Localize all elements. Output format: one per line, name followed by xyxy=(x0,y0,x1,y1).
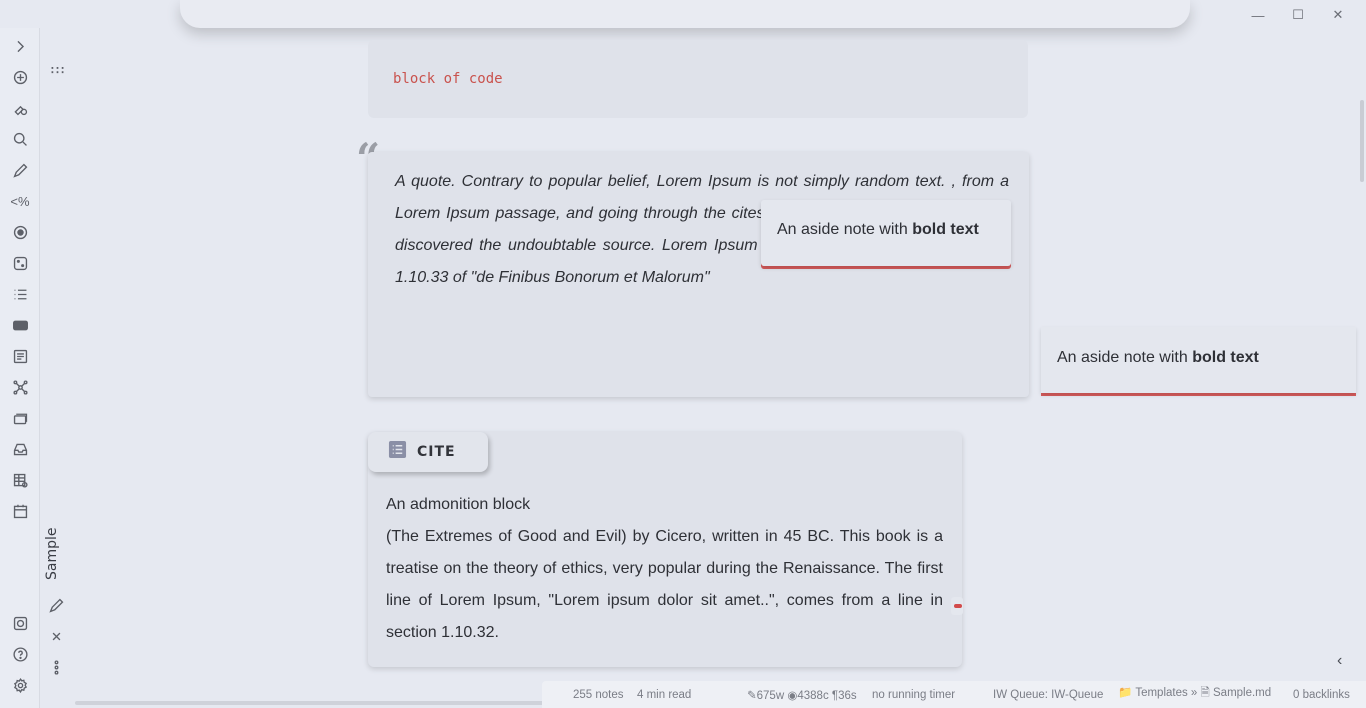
backlinks-count[interactable]: 0 backlinks xyxy=(1293,689,1350,701)
admonition-title-text: CITE xyxy=(417,444,456,460)
breadcrumb-folder: Templates » xyxy=(1135,687,1198,699)
settings-icon[interactable] xyxy=(10,675,30,695)
top-tab-bar xyxy=(180,0,1190,28)
list-icon xyxy=(388,440,407,464)
notes-count: 255 notes xyxy=(573,688,624,701)
close-tab-icon[interactable] xyxy=(46,626,66,646)
record-icon[interactable] xyxy=(10,222,30,242)
table-icon[interactable] xyxy=(10,470,30,490)
expand-chevron-icon[interactable] xyxy=(10,36,30,56)
document-icon[interactable] xyxy=(10,346,30,366)
maximize-button[interactable]: ☐ xyxy=(1278,4,1318,26)
network-icon[interactable] xyxy=(10,377,30,397)
breadcrumb[interactable]: 📁 Templates » 🗎 Sample.md xyxy=(1118,685,1271,704)
horizontal-scrollbar[interactable] xyxy=(75,701,545,705)
window-controls: — ☐ ✕ xyxy=(1238,4,1358,26)
aside-text: An aside note with xyxy=(1057,349,1188,366)
word-stats-text: 675w ◉4388c ¶36s xyxy=(756,689,857,702)
admonition-first-line: An admonition block xyxy=(386,496,531,513)
inbox-icon[interactable] xyxy=(10,439,30,459)
new-note-icon[interactable] xyxy=(10,67,30,87)
side-tab-strip xyxy=(40,28,74,708)
file-icon: 🗎 xyxy=(1200,687,1210,699)
left-ribbon: <% xyxy=(0,28,40,708)
admonition-title[interactable]: CITE xyxy=(368,432,488,472)
quote-block: A quote. Contrary to popular belief, Lor… xyxy=(368,152,1029,397)
iw-queue[interactable]: IW Queue: IW-Queue xyxy=(993,689,1103,701)
search-icon[interactable] xyxy=(10,129,30,149)
help-icon[interactable] xyxy=(10,644,30,664)
code-text: block of code xyxy=(393,71,503,87)
template-icon[interactable]: <% xyxy=(10,191,30,211)
aside-bold-text: bold text xyxy=(912,221,979,238)
aside-note-inline: An aside note with bold text xyxy=(761,200,1011,266)
code-block: block of code xyxy=(368,40,1028,118)
collapse-right-panel-icon[interactable]: ‹ xyxy=(1337,652,1342,670)
more-options-icon[interactable] xyxy=(46,657,66,677)
aside-note-margin: An aside note with bold text xyxy=(1041,327,1356,393)
dice-icon[interactable] xyxy=(10,253,30,273)
graph-pin-icon[interactable] xyxy=(10,98,30,118)
admonition-body: An admonition block (The Extremes of Goo… xyxy=(386,489,943,649)
close-button[interactable]: ✕ xyxy=(1318,4,1358,26)
vertical-scrollbar[interactable] xyxy=(1360,100,1364,182)
read-time: 4 min read xyxy=(637,688,692,701)
status-bar: 255 notes 4 min read ✎675w ◉4388c ¶36s n… xyxy=(542,681,1366,708)
timer-status[interactable]: no running timer xyxy=(872,689,955,701)
minimize-button[interactable]: — xyxy=(1238,4,1278,26)
calendar-icon[interactable] xyxy=(10,501,30,521)
vault-icon[interactable] xyxy=(10,613,30,633)
sidebar-tab-sample[interactable]: Sample xyxy=(44,528,60,581)
admonition-text: (The Extremes of Good and Evil) by Cicer… xyxy=(386,528,943,641)
list-icon[interactable] xyxy=(10,284,30,304)
word-stats: ✎675w ◉4388c ¶36s xyxy=(747,689,857,702)
admonition-block: CITE An admonition block (The Extremes o… xyxy=(368,432,962,667)
aside-bold-text: bold text xyxy=(1192,349,1259,366)
edit-pencil-icon[interactable] xyxy=(46,595,66,615)
breadcrumb-file: Sample.md xyxy=(1213,687,1272,699)
margin-marker-icon[interactable] xyxy=(951,597,963,615)
pencil-icon[interactable] xyxy=(10,160,30,180)
cards-icon[interactable] xyxy=(10,408,30,428)
grid-menu-icon[interactable] xyxy=(47,60,67,80)
template-label: <% xyxy=(10,193,30,209)
aside-text: An aside note with xyxy=(777,221,908,238)
markdown-icon[interactable] xyxy=(10,315,30,335)
folder-icon: 📁 xyxy=(1118,687,1133,699)
